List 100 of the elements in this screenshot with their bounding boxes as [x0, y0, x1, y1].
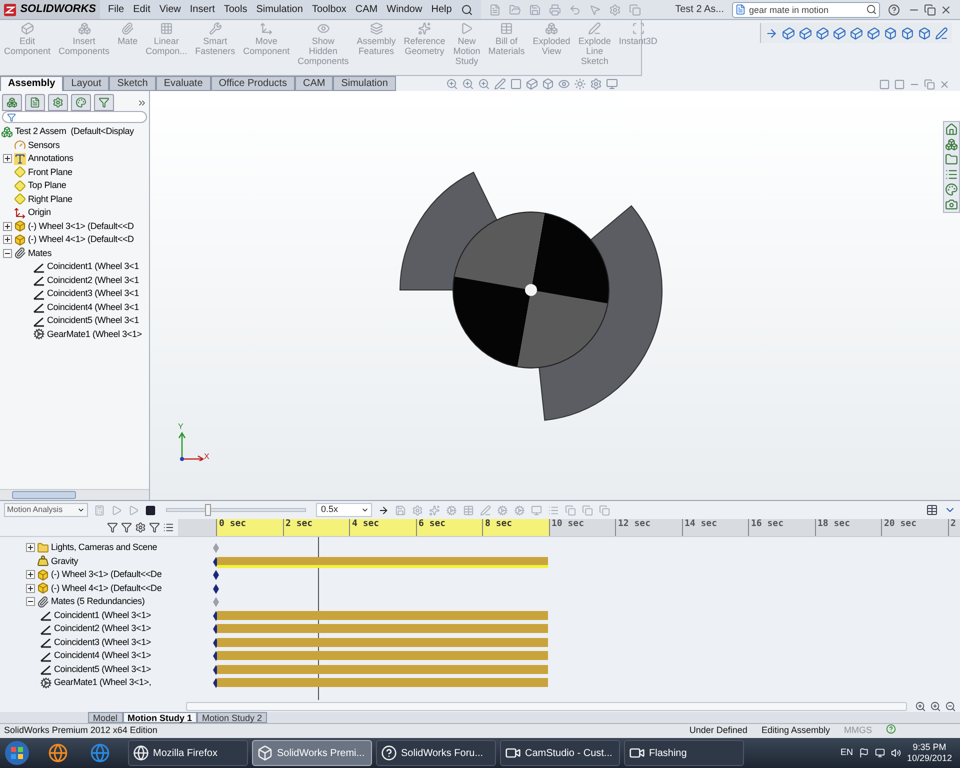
tree-item[interactable]: Top Plane	[28, 179, 66, 192]
motion-tree-item[interactable]: GearMate1 (Wheel 3<1>,	[54, 676, 152, 690]
browser-icon[interactable]	[90, 743, 110, 763]
view-style-icon[interactable]	[935, 26, 948, 40]
expand-toggle-icon[interactable]	[26, 543, 35, 552]
heads-up-icon[interactable]	[574, 78, 586, 90]
slider-thumb[interactable]	[205, 504, 212, 516]
clock-date[interactable]: 10/29/2012	[906, 753, 952, 764]
motion-tree-item[interactable]: (-) Wheel 3<1> (Default<<De	[51, 568, 162, 582]
menu-item[interactable]: Simulation	[256, 2, 303, 17]
heads-up-icon[interactable]	[606, 78, 618, 90]
zoom-icon[interactable]	[915, 700, 926, 712]
menu-item[interactable]: CAM	[355, 2, 378, 17]
caret-icon[interactable]	[361, 506, 369, 514]
taskbar-button[interactable]: Mozilla Firefox	[128, 740, 248, 766]
zoom-icon[interactable]	[945, 700, 956, 712]
command-tab[interactable]: Layout	[63, 76, 110, 91]
view-style-icon[interactable]	[816, 26, 829, 40]
filter-icon[interactable]	[163, 522, 174, 533]
panel-tab-icon[interactable]	[25, 94, 45, 111]
playback-icon[interactable]	[145, 504, 156, 516]
heads-up-icon[interactable]	[478, 78, 490, 90]
expand-toggle-icon[interactable]	[3, 222, 12, 231]
motion-tree-item[interactable]: Coincident4 (Wheel 3<1>	[54, 649, 151, 662]
timeline-scrollbar[interactable]	[186, 702, 907, 710]
taskbar-button[interactable]: CamStudio - Cust...	[500, 740, 620, 766]
heads-up-icon[interactable]	[542, 78, 554, 90]
view-style-icon[interactable]	[765, 26, 778, 40]
panel-tab-icon[interactable]	[2, 94, 22, 111]
collapse-toggle-icon[interactable]	[26, 597, 35, 606]
tree-item[interactable]: GearMate1 (Wheel 3<1>	[47, 328, 142, 341]
menu-item[interactable]: View	[159, 2, 181, 17]
command-tab[interactable]: Office Products	[210, 76, 295, 91]
viewport-window-icon[interactable]	[924, 79, 935, 90]
heads-up-icon[interactable]	[510, 78, 522, 90]
tree-item[interactable]: (-) Wheel 3<1> (Default<<D	[28, 220, 134, 233]
expand-toggle-icon[interactable]	[3, 154, 12, 164]
tree-item[interactable]: Coincident5 (Wheel 3<1	[47, 314, 139, 328]
chevrons-icon[interactable]	[137, 98, 147, 108]
view-style-icon[interactable]	[867, 26, 880, 40]
keyframe-icon[interactable]	[213, 584, 219, 594]
search-icon[interactable]	[866, 4, 877, 14]
tree-item[interactable]: Front Plane	[28, 166, 72, 179]
view-style-icon[interactable]	[799, 26, 812, 40]
task-pane-icon[interactable]	[945, 183, 958, 196]
filter-icon[interactable]	[121, 522, 132, 533]
tree-item[interactable]: Coincident4 (Wheel 3<1	[47, 300, 139, 314]
menu-item[interactable]: Window	[386, 2, 422, 17]
panel-tab-icon[interactable]	[48, 94, 68, 111]
tree-item[interactable]: Origin	[28, 206, 51, 220]
view-style-icon[interactable]	[918, 26, 931, 40]
menu-item[interactable]: Tools	[224, 2, 248, 17]
menu-item[interactable]: Insert	[190, 2, 215, 17]
motion-tree-item[interactable]: Coincident2 (Wheel 3<1>	[54, 622, 151, 636]
expand-toggle-icon[interactable]	[26, 584, 35, 593]
help-icon[interactable]	[888, 4, 900, 16]
viewport-window-icon[interactable]	[879, 79, 890, 90]
heads-up-icon[interactable]	[494, 78, 506, 90]
command-tab[interactable]: Assembly	[0, 76, 64, 91]
heads-up-icon[interactable]	[590, 78, 602, 90]
study-tab[interactable]: Motion Study 1	[122, 712, 198, 723]
browser-icon[interactable]	[48, 743, 68, 763]
tree-item[interactable]: Sensors	[28, 138, 60, 152]
viewport-window-icon[interactable]	[939, 79, 950, 90]
tree-item[interactable]: Test 2 Assem (Default<Display	[15, 125, 134, 138]
menu-item[interactable]: Edit	[133, 2, 150, 17]
heads-up-icon[interactable]	[446, 78, 458, 90]
tree-item[interactable]: Right Plane	[28, 192, 72, 206]
task-pane-icon[interactable]	[945, 123, 958, 136]
motion-tree-item[interactable]: Lights, Cameras and Scene	[51, 541, 158, 554]
heads-up-icon[interactable]	[462, 78, 474, 90]
motion-tree-item[interactable]: Coincident3 (Wheel 3<1>	[54, 636, 151, 649]
table-icon[interactable]	[926, 504, 938, 516]
help-icon[interactable]	[886, 724, 896, 734]
expand-toggle-icon[interactable]	[3, 235, 12, 244]
filter-icon[interactable]	[135, 522, 146, 533]
restore-icon[interactable]	[924, 4, 936, 16]
network-icon[interactable]	[874, 748, 885, 758]
motion-tree-item[interactable]: Coincident5 (Wheel 3<1>	[54, 662, 151, 676]
start-button-icon[interactable]	[4, 740, 30, 766]
panel-tab-icon[interactable]	[71, 94, 91, 111]
tree-item[interactable]: Coincident3 (Wheel 3<1	[47, 287, 139, 300]
motion-tree-item[interactable]: Mates (5 Redundancies)	[51, 595, 145, 608]
menu-item[interactable]: Help	[431, 2, 452, 17]
taskbar-button[interactable]: SolidWorks Premi...	[252, 740, 372, 766]
command-tab[interactable]: Evaluate	[156, 76, 211, 91]
task-pane-icon[interactable]	[945, 153, 958, 166]
study-tab[interactable]: Model	[88, 712, 123, 723]
filter-icon[interactable]	[7, 112, 16, 122]
collapse-toggle-icon[interactable]	[3, 248, 12, 258]
view-style-icon[interactable]	[782, 26, 795, 40]
tree-item[interactable]: Mates	[28, 246, 52, 260]
panel-tab-icon[interactable]	[94, 94, 114, 111]
filter-field[interactable]	[2, 111, 147, 123]
language-indicator[interactable]: EN	[840, 746, 853, 760]
tree-item[interactable]: Coincident2 (Wheel 3<1	[47, 274, 139, 287]
zoom-icon[interactable]	[930, 700, 941, 712]
keyframe-icon[interactable]	[213, 570, 219, 580]
study-tab[interactable]: Motion Study 2	[197, 712, 268, 723]
tree-item[interactable]: (-) Wheel 4<1> (Default<<D	[28, 233, 134, 246]
